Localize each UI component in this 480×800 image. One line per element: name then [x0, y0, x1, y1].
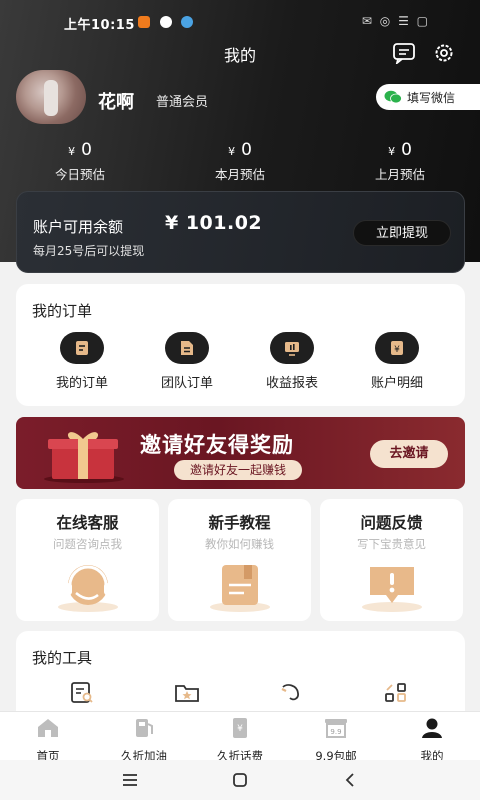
user-icon	[422, 718, 442, 738]
svg-text:9.9: 9.9	[330, 728, 341, 736]
home-icon	[38, 719, 58, 737]
service-title: 新手教程	[208, 514, 271, 532]
gear-icon[interactable]	[432, 42, 456, 64]
stat-today: ¥0 今日预估	[0, 140, 160, 183]
tools-title: 我的工具	[32, 649, 93, 667]
service-subtitle: 问题咨询点我	[53, 537, 122, 551]
username: 花啊	[98, 92, 134, 113]
withdraw-button[interactable]: 立即提现	[353, 220, 451, 246]
menu-icon[interactable]	[120, 770, 140, 790]
order-item-team-orders[interactable]: 团队订单	[137, 332, 237, 391]
order-item-label: 账户明细	[370, 376, 423, 391]
stat-currency: ¥	[68, 145, 76, 158]
stat-value: 0	[81, 140, 92, 160]
report-icon	[270, 332, 314, 364]
feedback-icon	[362, 567, 422, 612]
invite-banner[interactable]: 邀请好友得奖励 邀请好友一起赚钱 去邀请	[16, 417, 465, 489]
stat-label: 上月预估	[374, 167, 425, 182]
order-item-label: 我的订单	[55, 376, 108, 391]
banner-title: 邀请好友得奖励	[140, 433, 294, 457]
book-icon	[210, 565, 270, 612]
fuel-icon	[136, 719, 153, 737]
service-subtitle: 教你如何赚钱	[205, 537, 274, 551]
order-item-label: 团队订单	[160, 376, 213, 391]
folder-star-icon[interactable]	[173, 681, 201, 705]
system-status-icons: ✉ ◎ ☰ ▢	[361, 14, 430, 28]
fill-wechat-label: 填写微信	[407, 90, 456, 105]
tab-free-shipping[interactable]: 9.9 9.9包邮	[288, 716, 384, 764]
member-level: 普通会员	[156, 95, 209, 110]
balance-note: 每月25号后可以提现	[33, 244, 145, 258]
order-item-label: 收益报表	[265, 376, 318, 391]
stat-label: 今日预估	[54, 167, 105, 182]
balance-label: 账户可用余额	[33, 218, 124, 236]
team-order-icon	[165, 332, 209, 364]
tab-phone-bill[interactable]: ¥ 久折话费	[192, 716, 288, 764]
balance-card: 账户可用余额 ¥ 101.02 每月25号后可以提现 立即提现	[16, 191, 465, 273]
account-detail-icon: ¥	[375, 332, 419, 364]
stat-currency: ¥	[228, 145, 236, 158]
wechat-icon	[384, 90, 402, 104]
order-item-account-detail[interactable]: ¥ 账户明细	[347, 332, 447, 391]
app-notification-icon	[138, 16, 150, 28]
message-icon[interactable]	[392, 42, 416, 64]
tab-fuel[interactable]: 久折加油	[96, 716, 192, 764]
stat-last-month: ¥0 上月预估	[320, 140, 480, 183]
order-item-my-orders[interactable]: 我的订单	[32, 332, 132, 391]
bottom-tab-bar: 首页 久折加油 ¥ 久折话费 9.9 9.9包邮 我的	[0, 711, 480, 763]
home-button-icon[interactable]	[230, 770, 250, 790]
phone-bill-icon: ¥	[233, 718, 247, 738]
service-title: 问题反馈	[360, 514, 423, 532]
status-time: 上午10:15	[64, 18, 135, 33]
order-item-earnings-report[interactable]: 收益报表	[242, 332, 342, 391]
stat-this-month: ¥0 本月预估	[160, 140, 320, 183]
link-icon[interactable]	[277, 681, 305, 705]
stat-currency: ¥	[388, 145, 396, 158]
service-title: 在线客服	[56, 514, 119, 532]
orders-title: 我的订单	[32, 302, 93, 320]
service-card-feedback[interactable]: 问题反馈 写下宝贵意见	[320, 499, 463, 621]
status-bar: 上午10:15 ✉ ◎ ☰ ▢	[0, 8, 480, 36]
tab-home[interactable]: 首页	[0, 716, 96, 764]
svg-text:¥: ¥	[394, 345, 400, 355]
grid-icon[interactable]	[382, 681, 410, 705]
order-list-icon	[60, 332, 104, 364]
orders-card: 我的订单 我的订单 团队订单 收益报表 ¥ 账户明细	[16, 284, 465, 406]
headset-icon	[58, 565, 118, 612]
browser-notification-icon	[181, 16, 193, 28]
fill-wechat-button[interactable]: 填写微信	[376, 84, 480, 110]
stat-label: 本月预估	[214, 167, 265, 182]
svg-text:¥: ¥	[237, 724, 243, 734]
invite-button[interactable]: 去邀请	[370, 440, 448, 468]
service-card-online-support[interactable]: 在线客服 问题咨询点我	[16, 499, 159, 621]
search-doc-icon[interactable]	[68, 681, 96, 705]
gift-box-icon	[44, 432, 124, 483]
avatar[interactable]	[16, 70, 86, 124]
earnings-stats: ¥0 今日预估 ¥0 本月预估 ¥0 上月预估	[0, 140, 480, 184]
stat-value: 0	[241, 140, 252, 160]
back-icon[interactable]	[340, 770, 360, 790]
service-subtitle: 写下宝贵意见	[357, 537, 426, 551]
stat-value: 0	[401, 140, 412, 160]
balance-amount: ¥ 101.02	[165, 212, 263, 234]
qq-notification-icon	[160, 16, 172, 28]
service-card-tutorial[interactable]: 新手教程 教你如何赚钱	[168, 499, 311, 621]
tab-mine[interactable]: 我的	[384, 716, 480, 764]
system-navigation-bar	[0, 760, 480, 800]
shipping-icon: 9.9	[325, 719, 347, 738]
banner-subtitle: 邀请好友一起赚钱	[174, 460, 303, 480]
